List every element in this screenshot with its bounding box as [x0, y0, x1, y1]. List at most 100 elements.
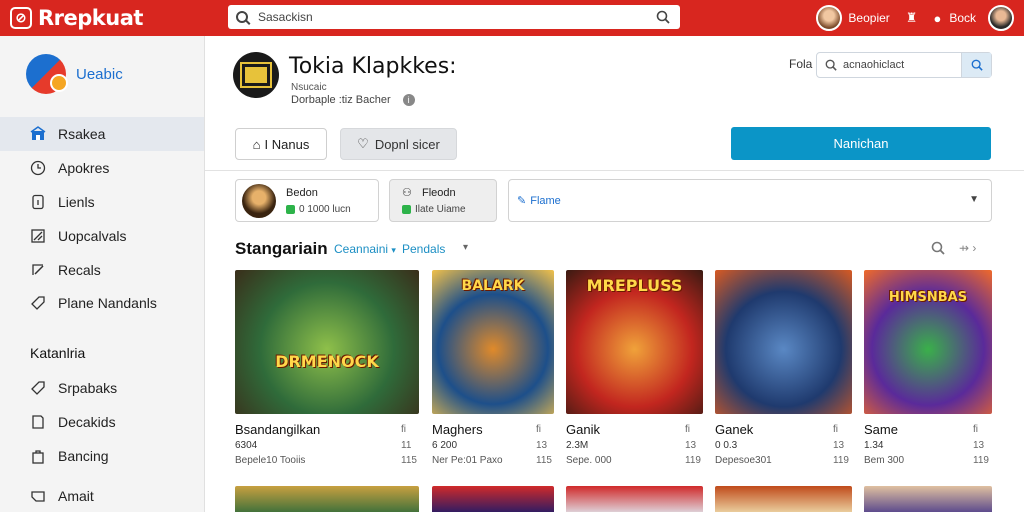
game-tile[interactable] [235, 486, 419, 512]
edit-icon [30, 262, 46, 278]
card-thumbnail [242, 184, 276, 218]
info-card-2[interactable]: ⚇ Fleodn Ilate Uiame [389, 179, 497, 222]
box-icon [30, 414, 46, 430]
game-name[interactable]: Ganek [715, 422, 753, 437]
game-side: fi [685, 424, 690, 435]
filter-dropdown-1[interactable]: Ceannaini ▾ [334, 242, 396, 256]
page-subtitle-text: Dorbaple :tiz Bacher [291, 94, 391, 106]
sidebar-brand-name: Ueabic [76, 65, 123, 83]
mail-icon [30, 488, 46, 504]
filter-select[interactable]: ✎ Flame ▼ [508, 179, 992, 222]
chevron-down-icon: ▾ [391, 245, 396, 255]
game-tile[interactable]: BALARK [432, 270, 554, 414]
sidebar-item-store[interactable]: Rsakea [0, 117, 204, 151]
sidebar-item-tags[interactable]: Plane Nandanls [0, 286, 204, 320]
game-name[interactable]: Ganik [566, 422, 600, 437]
info-card-1[interactable]: Bedon 0 1000 lucn [235, 179, 379, 222]
game-tile[interactable] [864, 486, 992, 512]
main-content: Tokia Klapkkes: Nsucaic Dorbaple :tiz Ba… [205, 36, 1024, 512]
sidebar-item-label: Plane Nandanls [58, 295, 157, 311]
search-icon [236, 11, 248, 23]
sidebar-item-category-3[interactable]: Bancing [0, 439, 204, 473]
game-tile[interactable]: MREPLUSS [566, 270, 703, 414]
sidebar-item-category-1[interactable]: Srpabaks [0, 371, 204, 405]
sidebar: Ueabic Rsakea Apokres Lienls Uopcalvals … [0, 36, 205, 512]
card-title: Bedon [286, 187, 318, 199]
filter-dropdown-2[interactable]: Pendals [402, 242, 445, 256]
chevron-down-icon[interactable]: ▾ [463, 242, 468, 253]
developer-logo-icon [242, 64, 270, 86]
update-icon [30, 228, 46, 244]
game-tile[interactable]: HIMSNBAS [864, 270, 992, 414]
game-tile[interactable]: DRMENOCK [235, 270, 419, 414]
notifications-label[interactable]: Bock [949, 11, 976, 25]
card-title: Fleodn [422, 187, 456, 199]
search-placeholder: Sasackisn [258, 10, 313, 24]
secondary-button-label: Dopnl sicer [374, 136, 440, 152]
app-name: Rrepkuat [38, 6, 143, 30]
carousel-arrows-icon[interactable]: ⇸ › [959, 241, 976, 255]
game-name[interactable]: Maghers [432, 422, 483, 437]
game-meta: Depesoe301 [715, 455, 772, 466]
primary-action-button[interactable]: Nanichan [731, 127, 991, 160]
developer-avatar[interactable] [233, 52, 279, 98]
section-title: Stangariain [235, 239, 328, 258]
search-icon [825, 59, 837, 71]
sidebar-item-label: Rsakea [58, 126, 106, 142]
game-side: 13 [536, 440, 548, 451]
notification-icon[interactable]: ● [933, 11, 941, 26]
sidebar-item-label: Uopcalvals [58, 228, 127, 244]
flame-icon: ✎ [517, 195, 527, 207]
sidebar-item-label: Apokres [58, 160, 110, 176]
sidebar-item-category-2[interactable]: Decakids [0, 405, 204, 439]
game-meta: 0 0.3 [715, 440, 738, 451]
game-side: fi [833, 424, 838, 435]
search-icon[interactable] [931, 241, 945, 255]
game-side: 13 [973, 440, 985, 451]
card-subtitle: Ilate Uiame [402, 204, 466, 215]
trophy-icon[interactable]: ♜ [906, 10, 918, 26]
global-search-input[interactable]: Sasackisn [228, 5, 680, 29]
profile-label[interactable]: Beopier [848, 11, 889, 25]
game-side: 115 [401, 455, 417, 466]
search-label: Fola [789, 57, 813, 71]
sidebar-item-deals[interactable]: Recals [0, 253, 204, 287]
search-submit-icon[interactable] [656, 10, 670, 24]
divider [205, 170, 1024, 171]
game-meta: Bepele10 Tooiis [235, 455, 306, 466]
sidebar-item-category-4[interactable]: Amait [0, 479, 204, 512]
game-name[interactable]: Bsandangilkan [235, 422, 320, 437]
game-meta: 6304 [235, 440, 258, 451]
sidebar-item-recent[interactable]: Apokres [0, 151, 204, 185]
card-subtitle: 0 1000 lucn [286, 204, 351, 215]
card-subtitle-text: Ilate Uiame [415, 204, 466, 215]
filter-label: Pendals [402, 242, 446, 256]
game-side: 119 [685, 455, 701, 466]
game-art-title: HIMSNBAS [888, 290, 968, 305]
page-search-input[interactable]: acnaohiclact [816, 52, 992, 78]
game-tile[interactable] [715, 486, 852, 512]
game-name[interactable]: Same [864, 422, 898, 437]
logo-icon: ⊘ [10, 7, 32, 29]
menu-button[interactable]: ⌂ I Nanus [235, 128, 327, 160]
secondary-button[interactable]: ♡ Dopnl sicer [340, 128, 457, 160]
user-avatar[interactable] [988, 5, 1014, 31]
game-meta: Sepe. 000 [566, 455, 612, 466]
game-tile[interactable] [432, 486, 554, 512]
sidebar-item-updates[interactable]: Uopcalvals [0, 219, 204, 253]
app-logo[interactable]: ⊘ Rrepkuat [10, 6, 143, 30]
game-tile[interactable] [715, 270, 852, 414]
game-tile[interactable] [566, 486, 703, 512]
search-icon [971, 59, 983, 71]
page-subtitle-small: Nsucaic [291, 82, 327, 93]
sidebar-brand[interactable]: Ueabic [26, 54, 123, 94]
game-meta: Bem 300 [864, 455, 905, 466]
sidebar-item-label: Lienls [58, 194, 95, 210]
sidebar-item-info[interactable]: Lienls [0, 185, 204, 219]
page-search-button[interactable] [961, 53, 991, 77]
profile-avatar[interactable] [816, 5, 843, 31]
page-title: Tokia Klapkkes: [289, 54, 457, 79]
filter-select-text: Flame [530, 194, 561, 207]
clock-icon [30, 160, 46, 176]
info-icon[interactable]: i [402, 94, 415, 106]
